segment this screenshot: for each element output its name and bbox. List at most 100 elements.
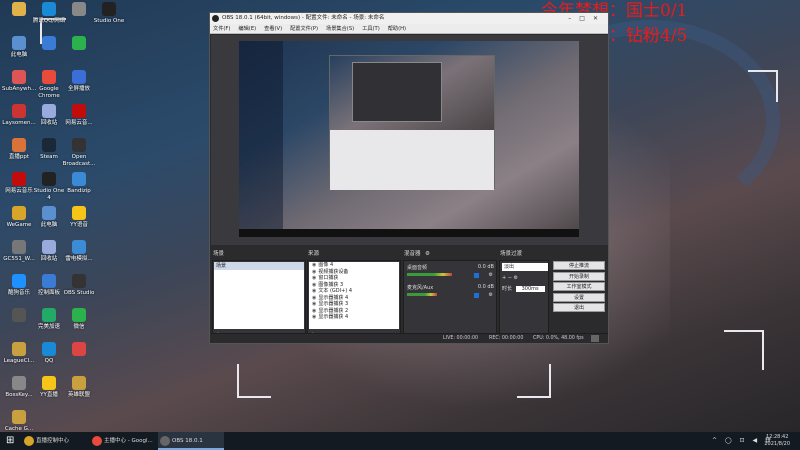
- control-button[interactable]: 工作室模式: [553, 282, 605, 291]
- preview-taskbar: [239, 229, 579, 237]
- control-button[interactable]: 停止推流: [553, 261, 605, 270]
- scene-item[interactable]: 场景: [214, 262, 304, 270]
- menu-item[interactable]: 场景集合(S): [326, 26, 354, 32]
- desktop-icon[interactable]: 网易云音...: [62, 104, 96, 127]
- scene-list[interactable]: 场景: [214, 262, 304, 329]
- source-list[interactable]: ◉ 图像 4 ◉ 视频捕获设备 ◉ 窗口捕获 ◉ 图像捕获 3 ◉ 文本 (GDI+) 4 ◉ 显示器…: [309, 262, 399, 329]
- close-icon[interactable]: ✕: [593, 15, 606, 22]
- desktop-icon[interactable]: [62, 2, 96, 18]
- desktop-icon[interactable]: Steam: [32, 138, 66, 161]
- transition-controls[interactable]: + − ⚙: [502, 275, 546, 281]
- source-label: 窗口捕获: [318, 275, 339, 281]
- eye-icon[interactable]: ◉: [312, 314, 316, 320]
- desktop-icon[interactable]: Studio One 4: [32, 172, 66, 202]
- desktop-icon[interactable]: [62, 342, 96, 358]
- app-icon: [72, 104, 86, 118]
- desktop-icon[interactable]: [62, 36, 96, 52]
- menu-item[interactable]: 文件(F): [213, 26, 230, 32]
- desktop-icon[interactable]: 此电脑: [32, 206, 66, 229]
- obs-preview[interactable]: [211, 35, 608, 245]
- scenes-dock-title: 场景: [213, 251, 225, 257]
- desktop-icon[interactable]: 直播ppt: [2, 138, 36, 161]
- minimize-icon[interactable]: –: [568, 15, 579, 22]
- app-icon: [12, 410, 26, 424]
- eye-icon[interactable]: ◉: [312, 308, 316, 314]
- desktop-icon-label: LeagueCl...: [3, 358, 35, 364]
- app-icon: [12, 376, 26, 390]
- desktop-icon[interactable]: Laysomen...: [2, 104, 36, 127]
- control-button[interactable]: 退出: [553, 303, 605, 312]
- obs-titlebar[interactable]: OBS 18.0.1 (64bit, windows) - 配置文件: 未命名 …: [210, 13, 608, 24]
- desktop-icon[interactable]: OBS Studio: [62, 274, 96, 297]
- desktop-icon[interactable]: YY语音: [62, 206, 96, 229]
- desktop-icon[interactable]: 控制面板: [32, 274, 66, 297]
- preview-nested-obs: [329, 55, 495, 190]
- eye-icon[interactable]: ◉: [312, 275, 316, 281]
- taskbar-item[interactable]: 主播中心 - Googl...: [90, 432, 156, 450]
- clock[interactable]: 12:28:42 2021/8/20: [764, 434, 790, 448]
- duration-input[interactable]: 300ms: [515, 286, 545, 292]
- gear-icon[interactable]: ⚙: [489, 272, 493, 278]
- preview-canvas: [239, 41, 579, 237]
- transition-select[interactable]: 淡出: [502, 263, 548, 271]
- eye-icon[interactable]: ◉: [312, 301, 316, 307]
- desktop-icon[interactable]: [2, 2, 36, 18]
- desktop-icon[interactable]: 回收站: [32, 240, 66, 263]
- control-button[interactable]: 设置: [553, 292, 605, 302]
- desktop-icon[interactable]: Google Chrome: [32, 70, 66, 100]
- studio-icon: [42, 172, 56, 186]
- eye-icon[interactable]: ◉: [312, 282, 316, 288]
- menu-item[interactable]: 配置文件(P): [290, 26, 318, 32]
- desktop-icon[interactable]: WeGame: [2, 206, 36, 229]
- desktop-icon[interactable]: Bandizip: [62, 172, 96, 195]
- desktop-icon[interactable]: GC551_W...: [2, 240, 36, 263]
- mixer-db-value: 0.0 dB: [477, 264, 494, 270]
- desktop-icon[interactable]: 回收站: [32, 104, 66, 127]
- desktop-icon[interactable]: LeagueCl...: [2, 342, 36, 365]
- desktop-icon[interactable]: YY直播: [32, 376, 66, 399]
- desktop-icon[interactable]: 网易云音乐: [2, 172, 36, 195]
- volume-slider-handle[interactable]: [474, 293, 479, 298]
- menu-item[interactable]: 编辑(E): [238, 26, 256, 32]
- menu-item[interactable]: 帮助(H): [388, 26, 406, 32]
- desktop-icon[interactable]: SubAnywh...: [2, 70, 36, 93]
- desktop-icon[interactable]: 全屏播放: [62, 70, 96, 93]
- eye-icon[interactable]: ◉: [312, 295, 316, 301]
- desktop-icon-label: GC551_W...: [3, 256, 35, 262]
- taskbar-item[interactable]: OBS 18.0.1 (64bit...: [158, 432, 224, 450]
- volume-slider-handle[interactable]: [474, 273, 479, 278]
- control-button[interactable]: 开始录制: [553, 271, 605, 281]
- maximize-icon[interactable]: □: [579, 15, 593, 22]
- window-controls[interactable]: –□✕: [568, 13, 606, 24]
- desktop-icon[interactable]: BossKey...: [2, 376, 36, 399]
- desktop-icon[interactable]: Cache G...: [2, 410, 36, 433]
- gear-icon[interactable]: ⚙: [425, 249, 430, 259]
- desktop-icon[interactable]: [32, 36, 66, 52]
- source-item[interactable]: ◉ 显示器捕获 4: [309, 314, 399, 321]
- clock-date: 2021/8/20: [764, 441, 790, 447]
- desktop-icon[interactable]: 英雄联盟: [62, 376, 96, 399]
- desktop-icon[interactable]: 雷电模拟...: [62, 240, 96, 263]
- menu-item[interactable]: 查看(V): [264, 26, 282, 32]
- desktop-icon[interactable]: 微信: [62, 308, 96, 331]
- windows-start-icon[interactable]: ⊞: [6, 436, 16, 446]
- eye-icon[interactable]: ◉: [312, 269, 316, 275]
- desktop-icon[interactable]: 完美加速: [32, 308, 66, 331]
- desktop-icon-label: QQ: [44, 358, 54, 364]
- desktop-icon[interactable]: Open Broadcast...: [62, 138, 96, 168]
- desktop-icon[interactable]: 腾讯QQ/网络: [32, 2, 66, 25]
- eye-icon[interactable]: ◉: [312, 262, 316, 268]
- taskbar-item[interactable]: 直播控制中心: [22, 432, 88, 450]
- desktop-icon[interactable]: 此电脑: [2, 36, 36, 59]
- status-indicator: [591, 335, 599, 342]
- desktop-icon-label: 雷电模拟...: [65, 256, 93, 262]
- eye-icon[interactable]: ◉: [312, 288, 316, 294]
- gear-icon[interactable]: ⚙: [489, 292, 493, 298]
- desktop-icon[interactable]: [2, 308, 36, 324]
- desktop-icon[interactable]: 酷狗音乐: [2, 274, 36, 297]
- qq-icon: [42, 342, 56, 356]
- menu-item[interactable]: 工具(T): [362, 26, 380, 32]
- desktop-icon[interactable]: Studio One: [92, 2, 126, 25]
- source-label: 显示器捕获 4: [318, 294, 349, 301]
- desktop-icon[interactable]: QQ: [32, 342, 66, 365]
